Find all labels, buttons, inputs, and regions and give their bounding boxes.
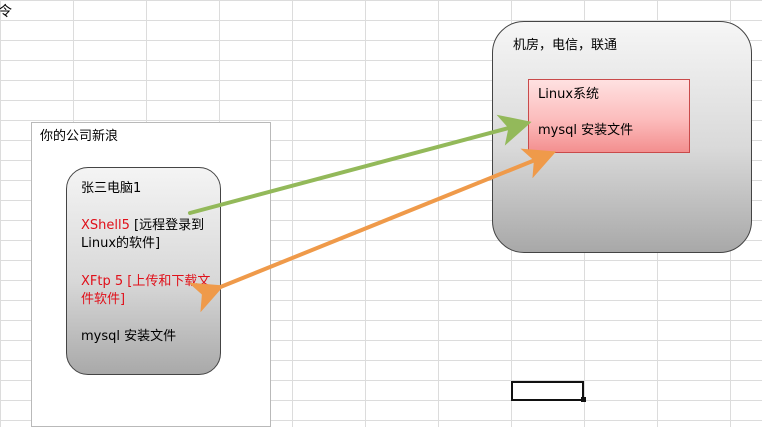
green-connection-arrow bbox=[188, 114, 532, 215]
arrows-layer bbox=[188, 114, 557, 313]
selected-cell[interactable] bbox=[511, 381, 584, 401]
fill-handle[interactable] bbox=[581, 397, 586, 402]
orange-transfer-arrow bbox=[188, 148, 557, 313]
